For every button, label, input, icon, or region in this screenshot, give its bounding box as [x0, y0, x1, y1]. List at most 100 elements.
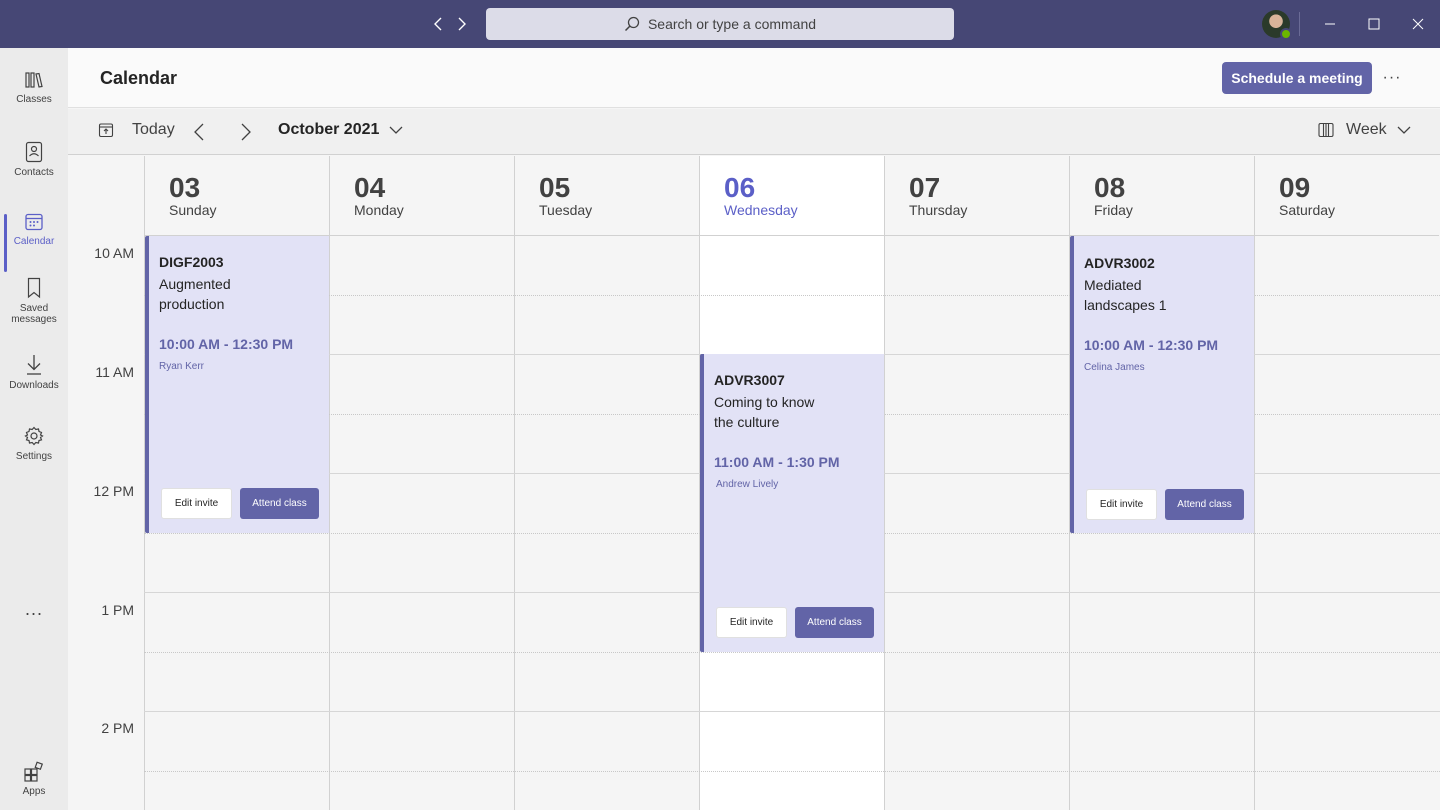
attend-class-button[interactable]: Attend class: [1165, 489, 1244, 520]
title-bar: Search or type a command: [0, 0, 1440, 48]
previous-week-chevron-icon[interactable]: [188, 121, 210, 143]
day-name: Wednesday: [724, 202, 798, 218]
event-code: ADVR3007: [714, 372, 785, 388]
rail-item-calendar[interactable]: Calendar: [0, 212, 68, 272]
day-name: Tuesday: [539, 202, 593, 218]
time-label: 2 PM: [101, 720, 134, 736]
day-header: 08 Friday: [1070, 156, 1254, 236]
event-organizer: Ryan Kerr: [159, 361, 205, 372]
rail-item-settings[interactable]: Settings: [0, 425, 68, 485]
month-picker[interactable]: October 2021: [278, 121, 403, 139]
divider: [1299, 12, 1300, 36]
rail-label: Saved messages: [11, 303, 57, 325]
search-input[interactable]: Search or type a command: [486, 8, 954, 40]
today-button[interactable]: Today: [98, 121, 175, 139]
bookmark-icon: [27, 277, 41, 299]
app-rail: Classes Contacts Calendar Saved messages…: [0, 48, 68, 810]
next-week-chevron-icon[interactable]: [235, 121, 257, 143]
event-organizer: Andrew Lively: [716, 479, 779, 490]
event-organizer: Celina James: [1084, 362, 1145, 373]
event-code: DIGF2003: [159, 254, 224, 270]
day-number: 08: [1094, 172, 1126, 203]
more-options-button[interactable]: ···: [1382, 64, 1402, 92]
rail-label: Settings: [15, 451, 53, 462]
avatar[interactable]: [1262, 10, 1292, 40]
day-name: Thursday: [909, 202, 968, 218]
day-name: Saturday: [1279, 202, 1336, 218]
gear-icon: [24, 426, 44, 446]
edit-invite-button[interactable]: Edit invite: [1086, 489, 1157, 520]
edit-invite-button[interactable]: Edit invite: [161, 488, 232, 519]
half-hour-line: [144, 771, 1440, 772]
contact-card-icon: [25, 141, 43, 163]
maximize-icon[interactable]: [1362, 12, 1386, 36]
day-header: 06 Wednesday: [700, 156, 884, 236]
day-header: 07 Thursday: [885, 156, 1069, 236]
search-icon: [624, 16, 640, 32]
view-selector[interactable]: Week: [1318, 121, 1411, 139]
day-name: Monday: [354, 202, 404, 218]
minimize-icon[interactable]: [1318, 12, 1342, 36]
forward-arrow-icon[interactable]: [452, 14, 472, 34]
day-number: 06: [724, 172, 756, 203]
event-time: 10:00 AM - 12:30 PM: [1084, 337, 1219, 353]
day-number: 09: [1279, 172, 1311, 203]
presence-available-icon: [1280, 28, 1292, 40]
event-time: 11:00 AM - 1:30 PM: [714, 454, 840, 470]
rail-label: Classes: [16, 94, 52, 105]
rail-label: Calendar: [13, 236, 55, 247]
event-title: Augmented production: [159, 276, 231, 312]
chevron-down-icon: [389, 126, 403, 134]
rail-item-saved-messages[interactable]: Saved messages: [0, 277, 68, 337]
time-label: 10 AM: [94, 245, 134, 261]
attend-class-button[interactable]: Attend class: [240, 488, 319, 519]
time-label: 1 PM: [101, 602, 134, 618]
event-card[interactable]: ADVR3002 Mediated landscapes 1 10:00 AM …: [1070, 236, 1254, 533]
schedule-meeting-button[interactable]: Schedule a meeting: [1222, 62, 1372, 94]
event-title: Coming to know the culture: [714, 394, 815, 430]
half-hour-line: [144, 652, 1440, 653]
time-label: 12 PM: [93, 483, 134, 499]
edit-invite-button[interactable]: Edit invite: [716, 607, 787, 638]
close-icon[interactable]: [1406, 12, 1430, 36]
week-grid: 03 Sunday 04 Monday 05 Tuesday 06 Wednes…: [68, 156, 1440, 810]
day-number: 03: [169, 172, 201, 203]
event-card[interactable]: DIGF2003 Augmented production 10:00 AM -…: [145, 236, 329, 533]
day-number: 04: [354, 172, 386, 203]
day-header: 03 Sunday: [145, 156, 329, 236]
rail-item-downloads[interactable]: Downloads: [0, 354, 68, 414]
calendar-toolbar: Today October 2021 Week: [68, 109, 1440, 155]
event-card[interactable]: ADVR3007 Coming to know the culture 11:0…: [700, 354, 884, 652]
day-header: 04 Monday: [330, 156, 514, 236]
day-name: Friday: [1094, 202, 1133, 218]
search-placeholder: Search or type a command: [647, 16, 817, 32]
calendar-icon: [25, 213, 43, 231]
rail-label: Downloads: [9, 380, 59, 391]
page-title: Calendar: [100, 68, 178, 88]
time-label: 11 AM: [95, 364, 134, 380]
books-icon: [25, 72, 43, 88]
back-arrow-icon[interactable]: [428, 14, 448, 34]
today-calendar-icon: [98, 123, 114, 138]
event-code: ADVR3002: [1084, 255, 1155, 271]
event-time: 10:00 AM - 12:30 PM: [159, 336, 294, 352]
week-view-icon: [1318, 122, 1334, 138]
rail-item-contacts[interactable]: Contacts: [0, 141, 68, 201]
event-title: Mediated landscapes 1: [1084, 277, 1167, 313]
apps-icon: [24, 761, 44, 782]
month-label: October 2021: [278, 121, 380, 138]
day-header: 05 Tuesday: [515, 156, 699, 236]
more-icon: ...: [24, 599, 43, 619]
view-label: Week: [1346, 121, 1387, 138]
day-header: 09 Saturday: [1255, 156, 1439, 236]
rail-item-classes[interactable]: Classes: [0, 70, 68, 130]
rail-label: Apps: [22, 786, 46, 797]
rail-item-apps[interactable]: Apps: [0, 760, 68, 810]
page-header: Calendar Schedule a meeting ···: [68, 48, 1440, 108]
today-label: Today: [132, 121, 175, 138]
rail-label: Contacts: [14, 167, 54, 178]
more-apps-button[interactable]: ...: [0, 599, 68, 626]
attend-class-button[interactable]: Attend class: [795, 607, 874, 638]
chevron-down-icon: [1397, 126, 1411, 134]
hour-line: [144, 711, 1440, 712]
